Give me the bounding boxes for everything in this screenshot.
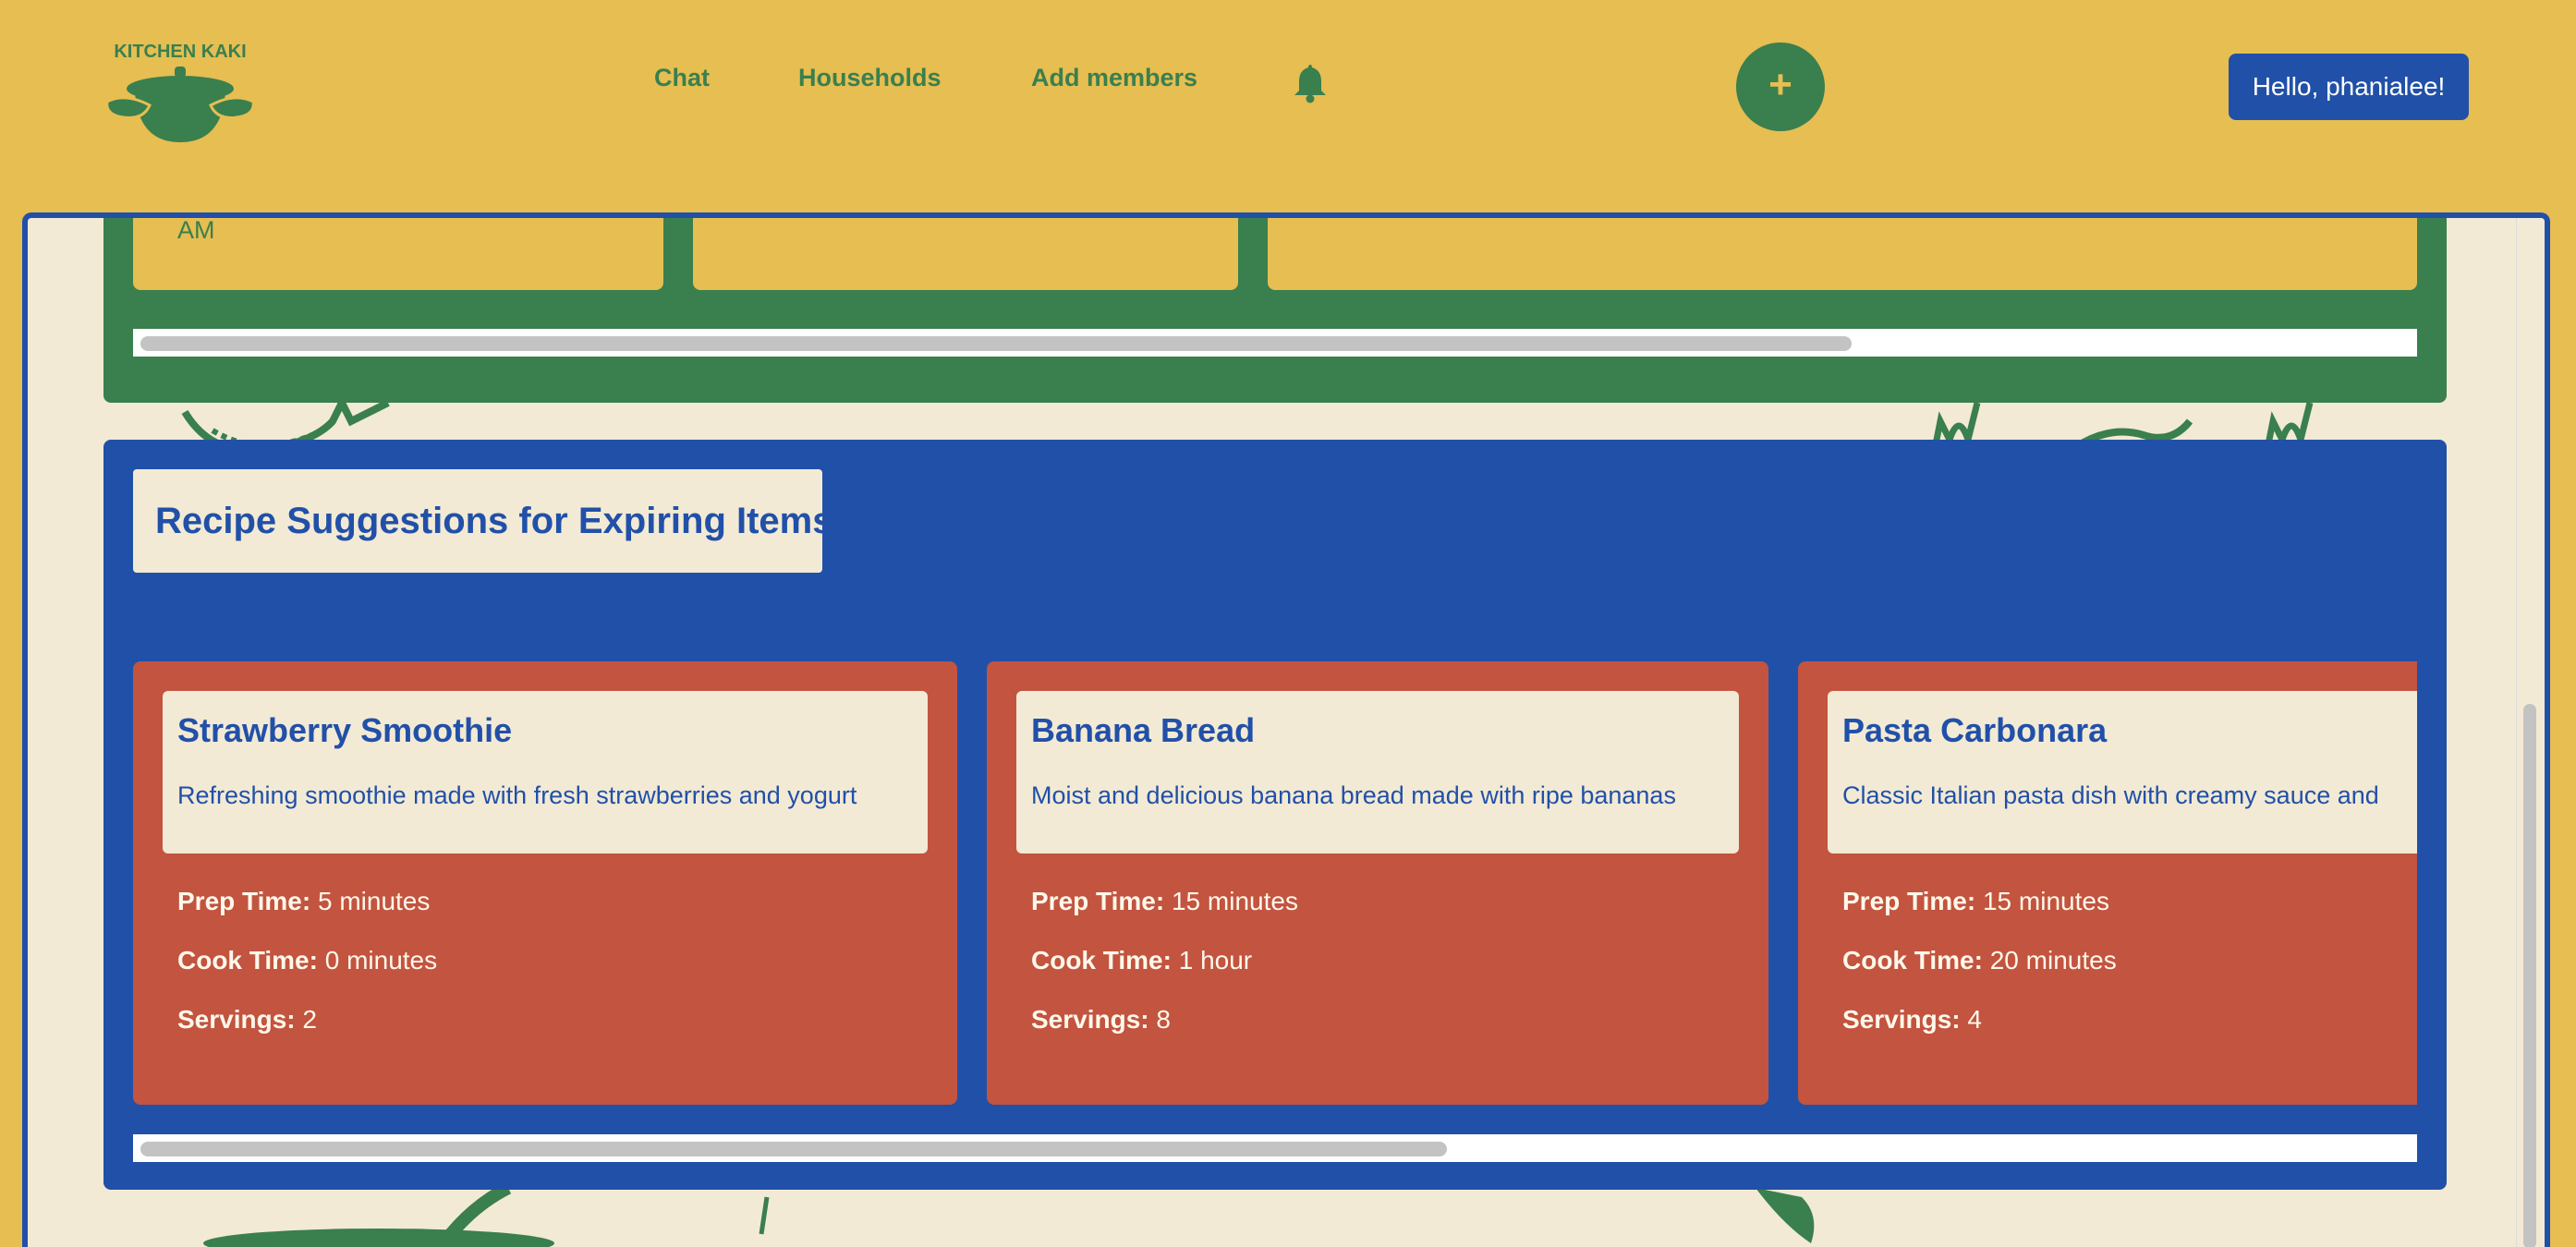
cook-time-value: 20 minutes <box>1989 946 2117 975</box>
nav-add-members-link[interactable]: Add members <box>1031 59 1197 96</box>
recipe-name: Strawberry Smoothie <box>177 711 513 749</box>
prep-time-value: 5 minutes <box>317 887 431 915</box>
recipe-cook-time: Cook Time: 1 hour <box>1031 946 1252 975</box>
recipe-prep-time: Prep Time: 5 minutes <box>177 887 430 916</box>
recipe-suggestions-panel: Recipe Suggestions for Expiring Items St… <box>103 440 2447 1190</box>
prep-time-label: Prep Time: <box>1842 887 1976 915</box>
servings-label: Servings: <box>1031 1005 1149 1034</box>
recipe-name: Banana Bread <box>1031 711 1256 749</box>
recipe-card-header: Pasta Carbonara Classic Italian pasta di… <box>1828 691 2417 854</box>
recipe-servings: Servings: 4 <box>1842 1005 1982 1035</box>
recipe-description: Moist and delicious banana bread made wi… <box>1031 781 1676 809</box>
servings-value: 2 <box>302 1005 317 1034</box>
recipe-cook-time: Cook Time: 0 minutes <box>177 946 437 975</box>
recipe-card-header: Strawberry Smoothie Refreshing smoothie … <box>163 691 928 854</box>
recipe-card-header: Banana Bread Moist and delicious banana … <box>1016 691 1739 854</box>
recipe-cards-row: Strawberry Smoothie Refreshing smoothie … <box>133 661 2417 1105</box>
nav-households-link[interactable]: Households <box>798 59 942 96</box>
recipe-servings: Servings: 8 <box>1031 1005 1171 1035</box>
servings-label: Servings: <box>177 1005 296 1034</box>
inventory-card[interactable] <box>1268 218 2417 290</box>
recipe-servings: Servings: 2 <box>177 1005 317 1035</box>
cook-time-value: 1 hour <box>1178 946 1253 975</box>
recipe-description: Refreshing smoothie made with fresh stra… <box>177 781 857 809</box>
recipe-prep-time: Prep Time: 15 minutes <box>1842 887 2109 916</box>
prep-time-value: 15 minutes <box>1171 887 1298 915</box>
nav-chat-link[interactable]: Chat <box>654 59 710 96</box>
recipe-card[interactable]: Pasta Carbonara Classic Italian pasta di… <box>1798 661 2417 1105</box>
inventory-card[interactable]: AM <box>133 216 663 290</box>
recipes-scrollbar-thumb[interactable] <box>140 1142 1447 1156</box>
recipe-section-title: Recipe Suggestions for Expiring Items <box>155 501 833 541</box>
pot-logo-icon: KITCHEN KAKI <box>105 42 255 142</box>
page-scrollbar-thumb[interactable] <box>2523 704 2536 1247</box>
main-content-frame: AM Recipe Suggestions for Expiring Items… <box>22 212 2550 1247</box>
page-vertical-scrollbar[interactable] <box>2516 218 2545 1247</box>
servings-value: 4 <box>1967 1005 1982 1034</box>
servings-label: Servings: <box>1842 1005 1961 1034</box>
cook-time-value: 0 minutes <box>324 946 438 975</box>
recipe-section-header: Recipe Suggestions for Expiring Items <box>133 469 832 573</box>
bell-icon[interactable] <box>1290 61 1331 103</box>
logo-wordmark: KITCHEN KAKI <box>114 42 246 62</box>
inventory-scrollbar-thumb[interactable] <box>140 336 1852 351</box>
kitchen-kaki-logo[interactable]: KITCHEN KAKI <box>102 26 259 148</box>
inventory-card[interactable] <box>693 218 1238 290</box>
recipe-card[interactable]: Strawberry Smoothie Refreshing smoothie … <box>133 661 957 1105</box>
recipes-horizontal-scrollbar[interactable] <box>133 1134 2417 1162</box>
cook-time-label: Cook Time: <box>1031 946 1172 975</box>
user-greeting-button[interactable]: Hello, phanialee! <box>2229 54 2469 120</box>
cook-time-label: Cook Time: <box>177 946 318 975</box>
prep-time-label: Prep Time: <box>1031 887 1165 915</box>
servings-value: 8 <box>1156 1005 1171 1034</box>
add-item-button[interactable]: + <box>1736 42 1825 131</box>
recipe-description: Classic Italian pasta dish with creamy s… <box>1842 781 2379 809</box>
cook-time-label: Cook Time: <box>1842 946 1983 975</box>
inventory-card-text: AM <box>177 216 215 244</box>
prep-time-label: Prep Time: <box>177 887 311 915</box>
recipe-cook-time: Cook Time: 20 minutes <box>1842 946 2117 975</box>
recipe-name: Pasta Carbonara <box>1842 711 2108 749</box>
recipe-card[interactable]: Banana Bread Moist and delicious banana … <box>987 661 1768 1105</box>
top-navbar: KITCHEN KAKI Chat Households Add members… <box>0 0 2576 211</box>
inventory-panel: AM <box>103 216 2447 403</box>
prep-time-value: 15 minutes <box>1982 887 2109 915</box>
inventory-horizontal-scrollbar[interactable] <box>133 329 2417 357</box>
recipe-prep-time: Prep Time: 15 minutes <box>1031 887 1298 916</box>
